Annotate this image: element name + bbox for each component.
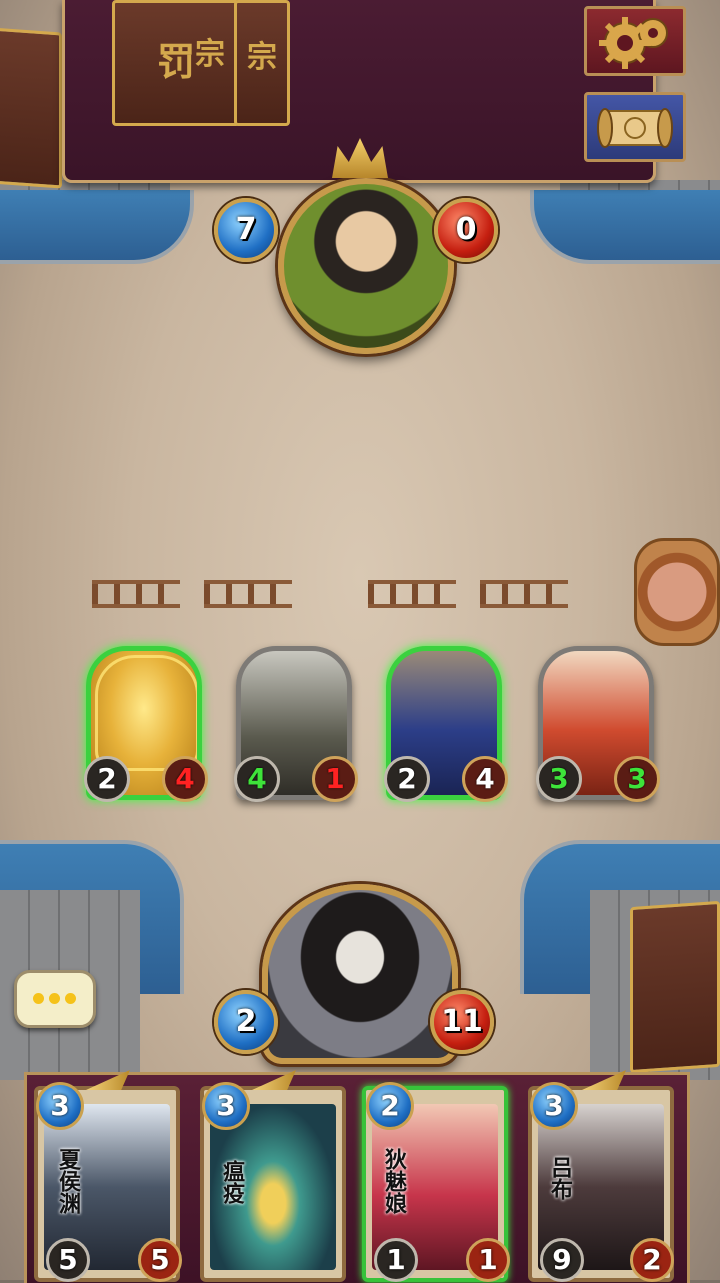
chat-dot bbox=[49, 993, 60, 1004]
card-3-cost: 2 bbox=[366, 1082, 414, 1130]
card-1-attack: 5 bbox=[46, 1238, 90, 1282]
fence-left-1 bbox=[92, 580, 180, 608]
minion-1-health: 4 bbox=[162, 756, 208, 802]
opponent-card-pile-2[interactable]: 宗 bbox=[234, 0, 290, 126]
minion-3-attack: 2 bbox=[384, 756, 430, 802]
card-2-cost: 3 bbox=[202, 1082, 250, 1130]
top-left-river bbox=[0, 190, 194, 264]
scroll-button[interactable] bbox=[584, 92, 686, 162]
card-name: 夏侯渊 bbox=[55, 1148, 81, 1214]
chat-bubble-icon[interactable] bbox=[14, 970, 96, 1028]
settings-button[interactable] bbox=[584, 6, 686, 76]
fence-right-2 bbox=[480, 580, 568, 608]
minion-4-health: 3 bbox=[614, 756, 660, 802]
gear-icon bbox=[599, 17, 668, 69]
chat-dot bbox=[33, 993, 44, 1004]
card-4-attack: 9 bbox=[540, 1238, 584, 1282]
card-name: 狄魅娘 bbox=[381, 1148, 407, 1214]
player-mana-orb: 2 bbox=[214, 990, 278, 1054]
player-deck-stack[interactable] bbox=[630, 900, 720, 1074]
top-right-river bbox=[530, 190, 720, 264]
card-1-health: 5 bbox=[138, 1238, 182, 1282]
minion-4-attack: 3 bbox=[536, 756, 582, 802]
player-hero-portrait[interactable] bbox=[262, 884, 458, 1064]
card-3-attack: 1 bbox=[374, 1238, 418, 1282]
card-4-health: 2 bbox=[630, 1238, 674, 1282]
fence-left-2 bbox=[204, 580, 292, 608]
opponent-mana-orb: 7 bbox=[214, 198, 278, 262]
opponent-health-orb: 0 bbox=[434, 198, 498, 262]
chat-dot bbox=[65, 993, 76, 1004]
minion-3-health: 4 bbox=[462, 756, 508, 802]
scroll-icon bbox=[597, 108, 673, 148]
card-1-cost: 3 bbox=[36, 1082, 84, 1130]
card-name: 瘟疫 bbox=[219, 1160, 245, 1204]
minion-2-health: 1 bbox=[312, 756, 358, 802]
pile-glyph: 宗 bbox=[195, 37, 225, 72]
opponent-deck-stack[interactable] bbox=[0, 27, 62, 189]
pile-glyph: 宗 bbox=[247, 40, 277, 75]
end-turn-drum-button[interactable] bbox=[634, 538, 720, 646]
card-3-health: 1 bbox=[466, 1238, 510, 1282]
fence-right-1 bbox=[368, 580, 456, 608]
card-4-cost: 3 bbox=[530, 1082, 578, 1130]
minion-2-attack: 4 bbox=[234, 756, 280, 802]
divine-shield-overlay bbox=[95, 655, 197, 771]
opponent-hero-portrait[interactable] bbox=[278, 178, 454, 354]
pile-glyph-overlay: 宗 bbox=[186, 40, 234, 70]
minion-1-attack: 2 bbox=[84, 756, 130, 802]
player-health-orb: 11 bbox=[430, 990, 494, 1054]
card-name: 吕布 bbox=[547, 1156, 573, 1200]
